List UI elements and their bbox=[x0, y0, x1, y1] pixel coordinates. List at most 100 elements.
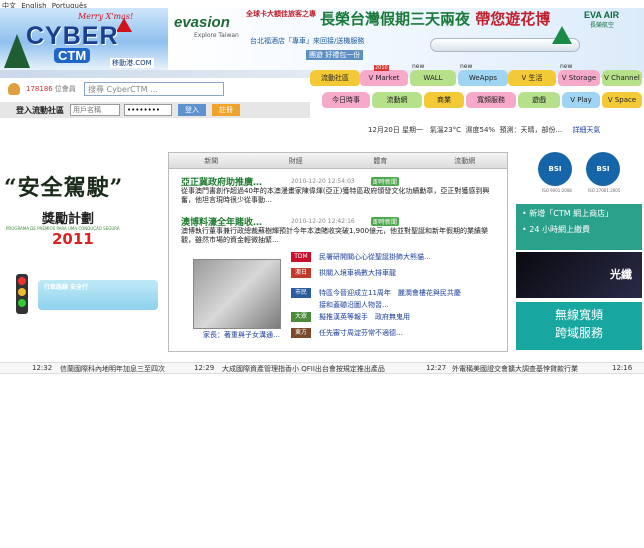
weather-weekday: 星期一 bbox=[402, 126, 424, 134]
news-item[interactable]: TDM 民署研開關心心從聖誕掛飾大熊貓… bbox=[291, 251, 431, 263]
logo-site: 移動港.COM bbox=[110, 58, 154, 68]
login-button[interactable]: 登入 bbox=[178, 104, 206, 116]
news-item[interactable]: 市民 特區今晉迎成立11周年 麗澗會樓花與民共慶 bbox=[291, 287, 461, 299]
news-tabs: 新聞 財經 體育 流動網 bbox=[169, 153, 507, 169]
tab-finance[interactable]: 財經 bbox=[254, 153, 339, 168]
tab-label: V Storage bbox=[561, 74, 597, 82]
tab-10[interactable]: 寬頻服務 bbox=[466, 92, 516, 108]
register-button[interactable]: 註冊 bbox=[212, 104, 240, 116]
wireless-line-1: 無線寬頻 bbox=[554, 308, 603, 322]
ticker-headline[interactable]: 信蘭國際科內地明年加息三至四次 bbox=[60, 364, 165, 373]
tab-12[interactable]: V Play bbox=[562, 92, 600, 108]
ticker-time: 12:27 bbox=[426, 364, 447, 372]
tab-9[interactable]: 商業 bbox=[424, 92, 464, 108]
xmas-greeting: Merry X'mas! bbox=[78, 12, 134, 21]
member-count-value: 178186 bbox=[26, 85, 53, 93]
weather-bar: 12月20日 星期一 氣溫23°C 濕度54% 預測：天晴，部份... 詳細天氣 bbox=[368, 125, 600, 135]
news-item[interactable]: 東方 任先審寸周淀芬常不適德… bbox=[291, 327, 403, 339]
tab-label: 寬頻服務 bbox=[477, 96, 505, 104]
online-shop-line: • 新增「CTM 網上商店」 bbox=[522, 209, 614, 218]
tab-6[interactable]: V Channel bbox=[602, 70, 642, 86]
news-source-tag bbox=[291, 300, 311, 310]
news-source-tag: 大眾 bbox=[291, 312, 311, 322]
news-panel: 新聞 財經 體育 流動網 亞正冀政府助推廣… 2010-12-20 12:54:… bbox=[168, 152, 508, 352]
bsi-cert-icon: BSI bbox=[538, 152, 572, 186]
bsi-cert-icon: BSI bbox=[586, 152, 620, 186]
weather-date: 12月20日 bbox=[368, 126, 400, 134]
logo-sub: CTM bbox=[54, 48, 91, 63]
tab-4[interactable]: V 生活 bbox=[508, 70, 556, 86]
ad-headline-a: 長榮台灣假期三天兩夜 bbox=[320, 10, 476, 28]
tab-11[interactable]: 遊戲 bbox=[518, 92, 560, 108]
tab-13[interactable]: V Space bbox=[602, 92, 642, 108]
tab-label: V Market bbox=[368, 74, 400, 82]
news-thumbnail[interactable] bbox=[193, 259, 281, 329]
tab-7[interactable]: 今日時事 bbox=[322, 92, 370, 108]
tab-mobile[interactable]: 流動網 bbox=[423, 153, 508, 168]
ad-headline-b: 帶您遊花博 bbox=[475, 10, 551, 28]
news-item[interactable]: 澳日 拱關入境車禍數大排車龍 bbox=[291, 267, 396, 279]
wireless-broadband-banner[interactable]: 無線寬頻 跨域服務 bbox=[516, 302, 642, 350]
tab-label: 流動社區 bbox=[321, 74, 349, 82]
news-item-text: 拱關入境車禍數大排車龍 bbox=[319, 269, 396, 277]
ticker-headline[interactable]: 大成國際資產管理指香小 QFII出台會按規定推出產品 bbox=[222, 364, 385, 373]
members-icon bbox=[8, 83, 20, 95]
evasion-sub: Explore Taiwan bbox=[194, 32, 239, 39]
tab-sports[interactable]: 體育 bbox=[338, 153, 423, 168]
ad-headline: 長榮台灣假期三天兩夜 帶您遊花博 bbox=[320, 8, 550, 29]
cyberctm-logo[interactable]: Merry X'mas! CYBER CTM 移動港.COM bbox=[0, 8, 168, 70]
evasion-logo: evasion bbox=[174, 14, 230, 31]
fiber-label: 光纖 bbox=[610, 268, 632, 281]
tab-5[interactable]: V Storage new bbox=[558, 63, 600, 86]
ticker-headline[interactable]: 外電稱美國證交會擴大調查基悖貸款行業 bbox=[452, 364, 578, 373]
search-input[interactable] bbox=[84, 82, 224, 96]
service-tabs: 流動社區 V Market 2010 WALL new WeApps new V 生活 V St… bbox=[308, 63, 644, 120]
headline-1-summary: 從事澳門書創作超過40年的本澳漫畫家陳偉煇(亞正)獲特區政府頒發文化功績勳章，亞… bbox=[181, 187, 490, 204]
tab-label: WeApps bbox=[468, 74, 498, 82]
news-item-text: 接和蓋磡沿圖人物習… bbox=[319, 301, 389, 309]
headline-1-time: 2010-12-20 12:54:03 bbox=[291, 178, 355, 185]
tab-label: 流動網 bbox=[386, 96, 408, 104]
username-field[interactable] bbox=[70, 104, 120, 116]
wireless-line-2: 跨域服務 bbox=[554, 326, 603, 340]
weather-humidity: 濕度54% bbox=[465, 126, 496, 134]
thumbnail-caption[interactable]: 家長：著重與子女溝通… bbox=[203, 330, 280, 340]
tab-label: 遊戲 bbox=[532, 96, 546, 104]
logo-brand: CYBER bbox=[26, 22, 119, 50]
news-source-tag: TDM bbox=[291, 252, 311, 262]
tab-label: V Play bbox=[570, 96, 592, 104]
headline-2-summary: 澳博執行董事兼行政總裁蘇樹輝預計今年本澳賭收突破1,900億元，他並對聖誕和新年… bbox=[181, 227, 489, 244]
promo-year: 2011 bbox=[52, 230, 94, 248]
news-item-text: 特區今晉迎成立11周年 麗澗會樓花與民共慶 bbox=[319, 289, 461, 297]
tab-2[interactable]: WALL new bbox=[410, 63, 456, 86]
live-news-badge: 即時新聞 bbox=[371, 217, 400, 226]
news-source-tag: 東方 bbox=[291, 328, 311, 338]
news-item-text: 擬推漢英等報手 政府無鬼用 bbox=[319, 313, 410, 321]
ticker-time: 12:29 bbox=[194, 364, 215, 372]
airplane-tail-icon bbox=[552, 26, 572, 44]
news-item[interactable]: 接和蓋磡沿圖人物習… bbox=[291, 299, 389, 311]
tab-1[interactable]: V Market 2010 bbox=[360, 65, 408, 86]
traffic-light-icon bbox=[16, 274, 28, 314]
safe-driving-promo[interactable]: “安全駕駛” 獎勵計劃 PROGRAMA DE PRÉMIOS PARA UMA… bbox=[2, 168, 160, 318]
online-shop-banner[interactable]: • 新增「CTM 網上商店」 • 24 小時網上繳費 bbox=[516, 204, 642, 250]
fiber-banner[interactable]: 光纖 bbox=[516, 252, 642, 298]
tab-news[interactable]: 新聞 bbox=[169, 153, 254, 168]
weather-detail-link[interactable]: 詳細天氣 bbox=[572, 126, 600, 134]
online-payment-line: • 24 小時網上繳費 bbox=[522, 225, 590, 234]
news-item-text: 民署研開關心心從聖誕掛飾大熊貓… bbox=[319, 253, 431, 261]
tab-0[interactable]: 流動社區 bbox=[310, 70, 360, 86]
news-item[interactable]: 大眾 擬推漢英等報手 政府無鬼用 bbox=[291, 311, 410, 323]
promo-title: “安全駕駛” bbox=[4, 175, 124, 201]
ad-sub2: 團遊 好禮包一份 bbox=[306, 50, 364, 60]
tab-8[interactable]: 流動網 bbox=[372, 92, 422, 108]
road-illustration: 行車路線 安全行 bbox=[38, 280, 158, 310]
tab-3[interactable]: WeApps new bbox=[458, 63, 508, 86]
eva-air-logo: EVA AIR bbox=[584, 10, 620, 20]
eva-air-ad-banner[interactable]: evasion Explore Taiwan 全球卡大額佳旅客之專 長榮台灣假期… bbox=[170, 8, 644, 70]
news-ticker: 12:32 信蘭國際科內地明年加息三至四次 12:29 大成國際資產管理指香小 QFI… bbox=[0, 362, 644, 374]
password-field[interactable] bbox=[124, 104, 172, 116]
tab-label: V Space bbox=[607, 96, 637, 104]
login-bar: 登入流動社區 登入 註冊 bbox=[0, 102, 310, 118]
member-count-label: 位會員 bbox=[54, 85, 76, 93]
